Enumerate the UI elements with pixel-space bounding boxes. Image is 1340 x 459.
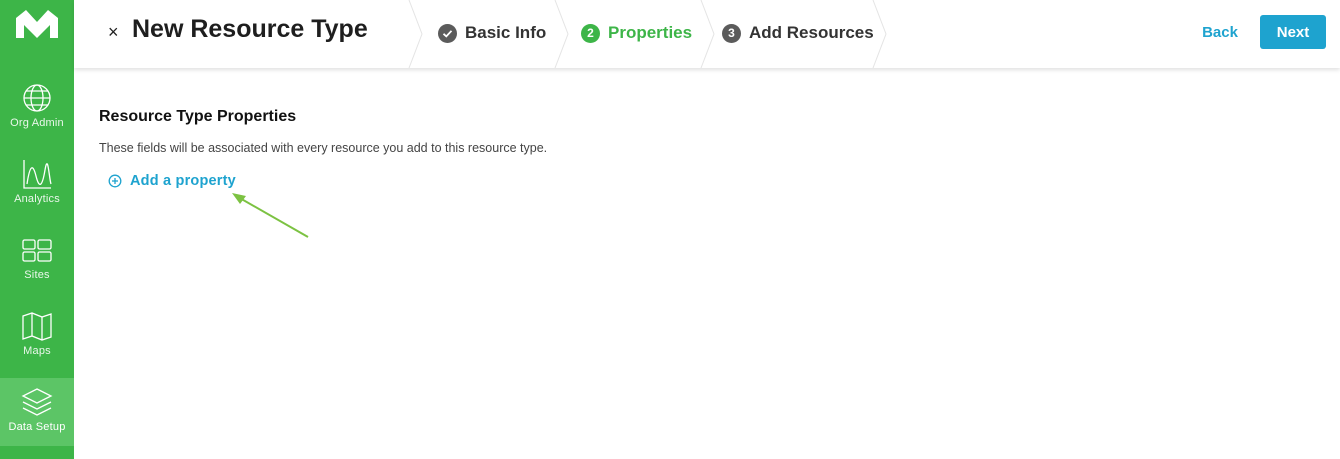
add-property-label: Add a property — [130, 173, 236, 189]
sidebar-item-org-admin[interactable]: Org Admin — [0, 78, 74, 146]
sites-grid-icon — [22, 239, 52, 262]
step-divider — [554, 0, 569, 68]
close-icon[interactable]: × — [108, 22, 122, 42]
step-label: Basic Info — [465, 23, 547, 42]
sidebar-item-label: Data Setup — [8, 421, 66, 433]
wizard-header: × New Resource Type Basic Info 2 Propert… — [74, 0, 1340, 68]
step-divider — [700, 0, 715, 68]
step-label: Properties — [608, 23, 693, 42]
sidebar-item-analytics[interactable]: Analytics — [0, 154, 74, 222]
section-description: These fields will be associated with eve… — [99, 141, 548, 155]
analytics-chart-icon — [23, 160, 52, 189]
check-icon — [438, 23, 457, 43]
step-label: Add Resources — [749, 23, 874, 42]
sidebar-item-data-setup[interactable]: Data Setup — [0, 378, 74, 446]
step-divider — [872, 0, 887, 68]
section-title: Resource Type Properties — [99, 108, 297, 125]
step-properties[interactable]: 2 Properties — [581, 20, 692, 46]
annotation-arrow-icon — [232, 193, 309, 238]
sidebar-item-label: Analytics — [14, 193, 60, 205]
step-add-resources[interactable]: 3 Add Resources — [722, 20, 874, 46]
step-number-badge: 3 — [722, 23, 741, 43]
back-button[interactable]: Back — [1196, 15, 1244, 49]
map-icon — [22, 312, 52, 341]
plus-circle-icon — [108, 174, 122, 188]
sidebar-item-maps[interactable]: Maps — [0, 306, 74, 374]
page-title: New Resource Type — [132, 15, 368, 43]
sidebar-item-label: Maps — [23, 345, 51, 357]
next-button[interactable]: Next — [1260, 15, 1326, 49]
add-property-link[interactable]: Add a property — [108, 173, 236, 189]
sidebar-item-label: Sites — [24, 269, 50, 281]
step-basic-info[interactable]: Basic Info — [438, 20, 546, 46]
globe-icon — [23, 84, 51, 112]
sidebar: Org Admin Analytics Sites Maps Data Setu… — [0, 0, 74, 459]
layers-icon — [21, 388, 53, 416]
step-number-badge: 2 — [581, 23, 600, 43]
sidebar-item-label: Org Admin — [10, 117, 64, 129]
sidebar-item-sites[interactable]: Sites — [0, 230, 74, 298]
step-divider — [408, 0, 423, 68]
brand-logo[interactable] — [14, 8, 60, 40]
